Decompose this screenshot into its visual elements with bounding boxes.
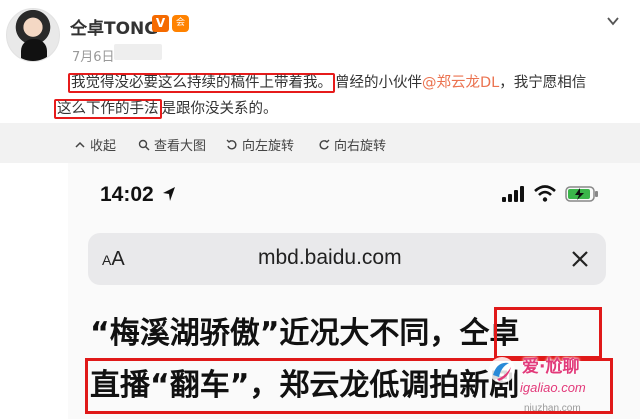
rotate-right-label: 向右旋转	[334, 139, 387, 154]
text-segment: 曾经的小伙伴	[335, 75, 422, 91]
collapse-icon	[75, 141, 85, 148]
post-date[interactable]: 7月6日	[72, 46, 115, 65]
post-header: 仝卓TONG V 会 7月6日 我觉得没必要这么持续的稿件上带着我。 曾经的小伙伴…	[0, 0, 640, 122]
highlighted-text-2: 这么下作的手法	[54, 99, 162, 119]
verified-v-icon: V	[152, 15, 169, 32]
avatar[interactable]	[6, 8, 60, 62]
redacted-time	[114, 44, 162, 60]
wifi-icon	[534, 185, 556, 202]
rotate-left-icon	[226, 139, 237, 150]
username[interactable]: 仝卓TONG	[70, 14, 158, 39]
aa-small: A	[102, 252, 112, 268]
cellular-signal-icon	[502, 186, 524, 202]
aa-large: A	[111, 248, 125, 270]
reader-text-size-button[interactable]: AA	[102, 248, 125, 271]
rotate-left-label: 向左旋转	[242, 139, 295, 154]
image-action-bar: 收起 查看大图 向左旋转 向右旋转	[0, 123, 640, 163]
watermark-subdomain: niuzhan.com	[524, 403, 581, 414]
member-badge-icon: 会	[172, 15, 189, 32]
watermark-domain: igaliao.com	[520, 380, 586, 395]
rotate-right-icon	[319, 139, 330, 150]
text-segment: ，我宁愿相信	[499, 75, 587, 91]
battery-charging-icon	[565, 186, 598, 202]
post-text: 我觉得没必要这么持续的稿件上带着我。 曾经的小伙伴@郑云龙DL，我宁愿相信 这么下…	[54, 70, 638, 122]
chevron-down-icon[interactable]	[606, 14, 620, 28]
collapse-button[interactable]: 收起	[74, 135, 116, 154]
view-large-label: 查看大图	[154, 139, 207, 154]
view-large-button[interactable]: 查看大图	[138, 135, 206, 154]
location-arrow-icon	[163, 187, 175, 201]
close-icon[interactable]	[570, 249, 590, 269]
mention-link[interactable]: @郑云龙DL	[422, 75, 499, 91]
text-segment: 是跟你没关系的。	[161, 101, 278, 117]
status-time: 14:02	[100, 183, 154, 206]
watermark-text: 爱·尬聊	[522, 357, 580, 377]
search-icon	[138, 139, 150, 151]
rotate-left-button[interactable]: 向左旋转	[226, 135, 294, 154]
rotate-right-button[interactable]: 向右旋转	[318, 135, 386, 154]
highlighted-text-1: 我觉得没必要这么持续的稿件上带着我。	[68, 73, 335, 93]
url-text: mbd.baidu.com	[258, 246, 402, 269]
collapse-label: 收起	[90, 139, 117, 154]
watermark-logo-icon	[489, 357, 515, 383]
